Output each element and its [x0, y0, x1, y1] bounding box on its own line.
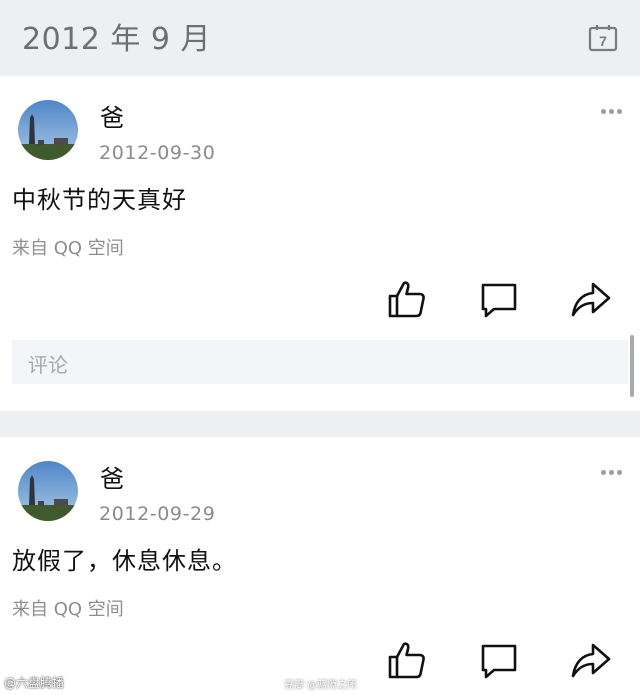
- share-icon[interactable]: [571, 641, 611, 681]
- author-name[interactable]: 爸: [100, 459, 124, 494]
- watermark-middle: 豆瓣 @蓝隙之所: [284, 680, 358, 691]
- author-name[interactable]: 爸: [100, 98, 124, 133]
- post-card: 爸 2012-09-30 中秋节的天真好 来自 QQ 空间 评论: [0, 76, 640, 411]
- avatar-image: [18, 100, 78, 160]
- post-date: 2012-09-29: [99, 503, 216, 525]
- like-icon[interactable]: [387, 279, 427, 319]
- share-icon[interactable]: [571, 280, 611, 320]
- like-icon[interactable]: [387, 640, 427, 680]
- calendar-day: 7: [599, 33, 607, 49]
- post-source: 来自 QQ 空间: [12, 238, 124, 259]
- avatar[interactable]: [18, 100, 78, 160]
- watermark-left: @六盘腾播: [4, 676, 65, 690]
- comment-icon[interactable]: [479, 641, 519, 681]
- more-icon[interactable]: [601, 107, 623, 115]
- month-title: 2012 年 9 月: [22, 22, 212, 57]
- scrollbar[interactable]: [630, 335, 634, 397]
- month-header: 2012 年 9 月 7: [0, 0, 640, 76]
- comment-placeholder: 评论: [28, 353, 68, 377]
- avatar-image: [18, 461, 78, 521]
- avatar[interactable]: [18, 461, 78, 521]
- post-card: 爸 2012-09-29 放假了，休息休息。 来自 QQ 空间: [0, 437, 640, 695]
- post-date: 2012-09-30: [99, 142, 216, 164]
- comment-icon[interactable]: [479, 280, 519, 320]
- post-source: 来自 QQ 空间: [12, 599, 124, 620]
- calendar-icon[interactable]: 7: [588, 24, 618, 52]
- post-content: 中秋节的天真好: [12, 186, 187, 214]
- comment-input[interactable]: 评论: [12, 340, 628, 384]
- post-content: 放假了，休息休息。: [12, 547, 237, 575]
- more-icon[interactable]: [601, 468, 623, 476]
